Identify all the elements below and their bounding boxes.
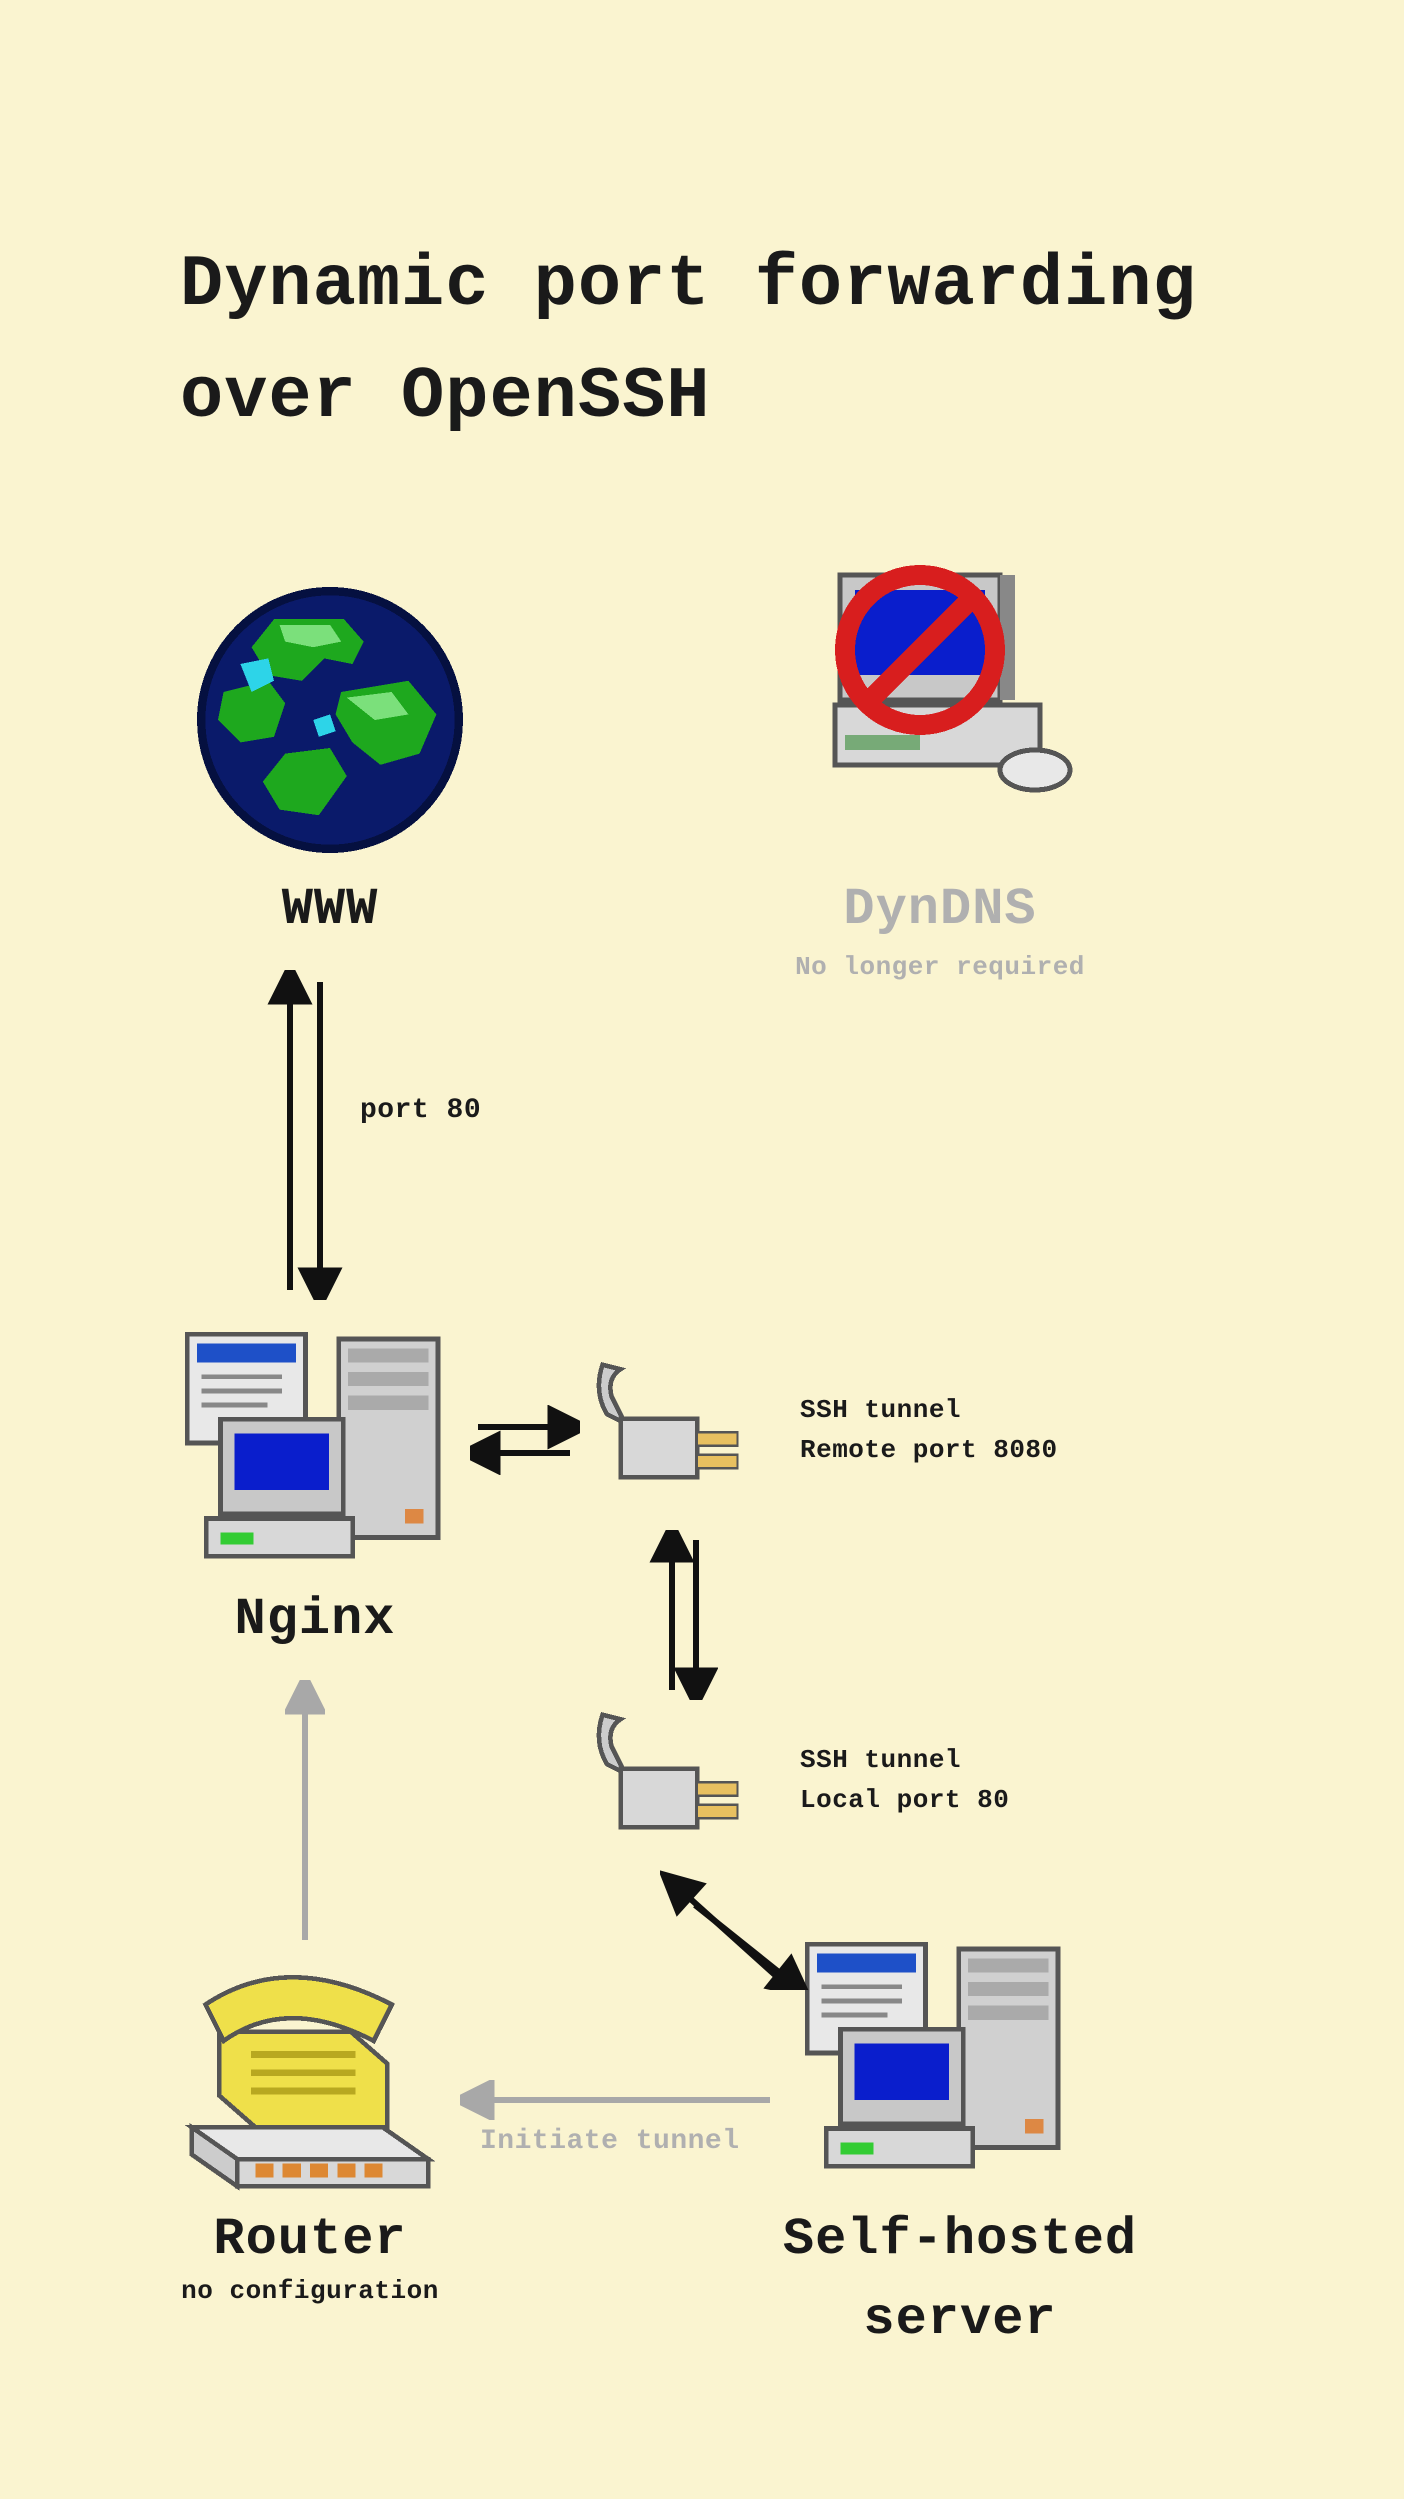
ssh-remote-line1: SSH tunnel bbox=[800, 1395, 961, 1425]
router-label: Router bbox=[170, 2210, 450, 2269]
dyndns-label: DynDNS bbox=[790, 880, 1090, 939]
ssh-remote-line2: Remote port 8080 bbox=[800, 1435, 1058, 1465]
dyndns-icon bbox=[790, 550, 1090, 850]
selfhost-label-1: Self-hosted bbox=[750, 2210, 1170, 2269]
router-sublabel: no configuration bbox=[170, 2276, 450, 2306]
ssh-plug-remote-icon bbox=[580, 1350, 760, 1510]
www-label: WWW bbox=[180, 880, 480, 939]
selfhost-server-icon bbox=[790, 1930, 1080, 2190]
arrow-ssh-tunnel bbox=[648, 1530, 718, 1700]
ssh-local-line1: SSH tunnel bbox=[800, 1745, 961, 1775]
selfhost-label-2: server bbox=[750, 2290, 1170, 2349]
nginx-server-icon bbox=[170, 1320, 460, 1580]
edge-initiate-label: Initiate tunnel bbox=[480, 2126, 740, 2157]
router-phone-icon bbox=[170, 1950, 450, 2200]
arrow-nginx-ssh bbox=[470, 1405, 580, 1475]
arrow-www-nginx bbox=[260, 970, 350, 1300]
arrow-router-nginx bbox=[285, 1680, 325, 1950]
ssh-local-line2: Local port 80 bbox=[800, 1785, 1009, 1815]
diagram-title: Dynamic port forwarding over OpenSSH bbox=[180, 230, 1404, 453]
ssh-plug-local-icon bbox=[580, 1700, 760, 1860]
arrow-initiate-tunnel bbox=[460, 2080, 780, 2120]
edge-port80-label: port 80 bbox=[360, 1095, 481, 1126]
arrow-ssh-selfhost bbox=[660, 1870, 810, 1990]
globe-icon bbox=[190, 580, 470, 860]
nginx-label: Nginx bbox=[170, 1590, 460, 1649]
dyndns-sublabel: No longer required bbox=[760, 952, 1120, 982]
